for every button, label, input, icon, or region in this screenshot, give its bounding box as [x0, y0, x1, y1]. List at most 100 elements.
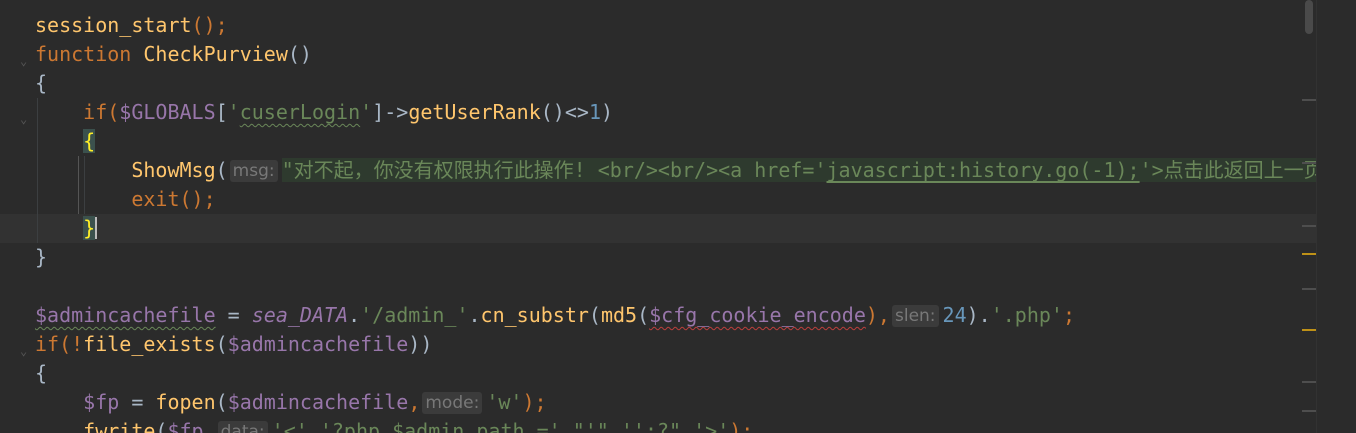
- scrollbar-marker[interactable]: [1302, 410, 1316, 412]
- code-token: $admincachefile: [227, 390, 409, 414]
- scrollbar-marker[interactable]: [1302, 162, 1316, 164]
- code-line[interactable]: session_start();: [0, 11, 1316, 40]
- code-token: {: [83, 129, 96, 153]
- scrollbar-marker[interactable]: [1302, 329, 1316, 331]
- parameter-hint: msg:: [229, 160, 278, 182]
- code-token: (: [215, 158, 228, 182]
- code-token: ]->: [372, 100, 409, 124]
- code-line[interactable]: {: [0, 69, 1316, 98]
- scrollbar-marker[interactable]: [1302, 288, 1316, 290]
- code-line[interactable]: if($GLOBALS['cuserLogin']->getUserRank()…: [0, 98, 1316, 127]
- code-line[interactable]: exit();: [0, 185, 1316, 214]
- code-token: $GLOBALS: [119, 100, 216, 124]
- code-token: CheckPurview: [143, 42, 288, 66]
- scrollbar-marker[interactable]: [1302, 253, 1316, 255]
- code-token: $fp: [83, 390, 120, 414]
- code-token: fopen: [155, 390, 216, 414]
- code-text: function CheckPurview(): [35, 40, 312, 69]
- code-token: (: [215, 390, 228, 414]
- code-token: getUserRank: [408, 100, 541, 124]
- fold-marker-icon[interactable]: ⌄: [20, 344, 27, 358]
- code-token: .: [348, 303, 361, 327]
- code-token: (: [155, 419, 168, 433]
- code-token: ;: [1062, 303, 1076, 327]
- code-token: (: [637, 303, 650, 327]
- code-token: $admincachefile: [227, 332, 409, 356]
- code-text: $fp = fopen($admincachefile, mode:'w');: [35, 388, 547, 417]
- code-token: '.php': [990, 303, 1063, 327]
- code-text: }: [35, 243, 47, 272]
- indent-guide: [78, 156, 79, 214]
- code-token: =: [119, 390, 156, 414]
- code-text: }: [35, 214, 98, 243]
- code-token: sea_DATA: [251, 303, 349, 327]
- fold-marker-icon[interactable]: ⌄: [20, 54, 27, 68]
- code-editor[interactable]: }session_start();function CheckPurview()…: [0, 0, 1316, 433]
- scrollbar-marker[interactable]: [1302, 381, 1316, 383]
- code-token: "对不起，你没有权限执行此操作! <br/><br/><a href=': [281, 158, 827, 182]
- code-token: }: [35, 245, 48, 269]
- code-token: if(: [35, 100, 120, 124]
- code-token: ,: [408, 390, 421, 414]
- code-line[interactable]: ShowMsg(msg: "对不起，你没有权限执行此操作! <br/><br/><…: [0, 156, 1316, 185]
- code-token: 24: [942, 303, 967, 327]
- code-line[interactable]: fwrite($fp, data: '<'.'?php $admin_path ='…: [0, 417, 1316, 433]
- text-caret: [95, 217, 98, 239]
- code-line[interactable]: $admincachefile = sea_DATA.'/admin_'.cn_…: [0, 301, 1316, 330]
- code-token: ): [600, 100, 614, 124]
- scrollbar-marker[interactable]: [1302, 225, 1316, 227]
- indent-guide: [37, 98, 38, 243]
- code-line[interactable]: if(!file_exists($admincachefile)): [0, 330, 1316, 359]
- code-line[interactable]: {: [0, 359, 1316, 388]
- code-text: ShowMsg(msg: "对不起，你没有权限执行此操作! <br/><br/><…: [35, 156, 1316, 185]
- code-token: 1: [588, 100, 601, 124]
- code-text: }: [35, 0, 47, 3]
- code-token: ).: [966, 303, 991, 327]
- code-token: ': [360, 100, 373, 124]
- code-text: {: [35, 359, 47, 388]
- code-token: $fp: [167, 419, 204, 433]
- code-text: {: [35, 69, 47, 98]
- code-line[interactable]: function CheckPurview(): [0, 40, 1316, 69]
- code-token: );: [522, 390, 547, 414]
- code-token: fwrite: [83, 419, 156, 433]
- code-token: );: [729, 419, 754, 433]
- code-line[interactable]: [0, 272, 1316, 301]
- code-token: {: [35, 361, 48, 385]
- code-token: ShowMsg: [35, 158, 216, 182]
- code-line-current[interactable]: }: [0, 214, 1316, 243]
- code-token: =: [215, 303, 252, 327]
- code-token: md5: [600, 303, 638, 327]
- code-text: $admincachefile = sea_DATA.'/admin_'.cn_…: [35, 301, 1075, 330]
- code-token: ()<>: [540, 100, 589, 124]
- scrollbar-marker[interactable]: [1302, 99, 1316, 101]
- indent-guide: [84, 156, 85, 214]
- code-token: if(!: [35, 332, 84, 356]
- code-token: (: [215, 332, 228, 356]
- code-line[interactable]: }: [0, 0, 1316, 3]
- code-token: ,: [203, 419, 216, 433]
- code-token: (: [588, 303, 601, 327]
- vertical-scrollbar[interactable]: [1302, 0, 1356, 433]
- code-token: javascript:history.go(-1);: [826, 158, 1140, 182]
- code-line[interactable]: }: [0, 243, 1316, 272]
- code-token: 'w': [486, 390, 523, 414]
- code-token: '>点击此返回上一页: [1139, 158, 1316, 182]
- code-token: file_exists: [83, 332, 216, 356]
- code-token: $admincachefile: [35, 303, 216, 327]
- scrollbar-thumb[interactable]: [1305, 0, 1313, 34]
- fold-marker-icon[interactable]: ⌄: [20, 112, 27, 126]
- code-line[interactable]: $fp = fopen($admincachefile, mode:'w');: [0, 388, 1316, 417]
- code-token: (): [287, 42, 312, 66]
- code-text: {: [35, 127, 96, 156]
- code-token: function: [35, 42, 144, 66]
- code-token: cn_substr: [480, 303, 589, 327]
- code-token: cuserLogin: [239, 100, 361, 124]
- code-line[interactable]: {: [0, 127, 1316, 156]
- parameter-hint: mode:: [422, 392, 483, 414]
- code-token: ();: [191, 13, 228, 37]
